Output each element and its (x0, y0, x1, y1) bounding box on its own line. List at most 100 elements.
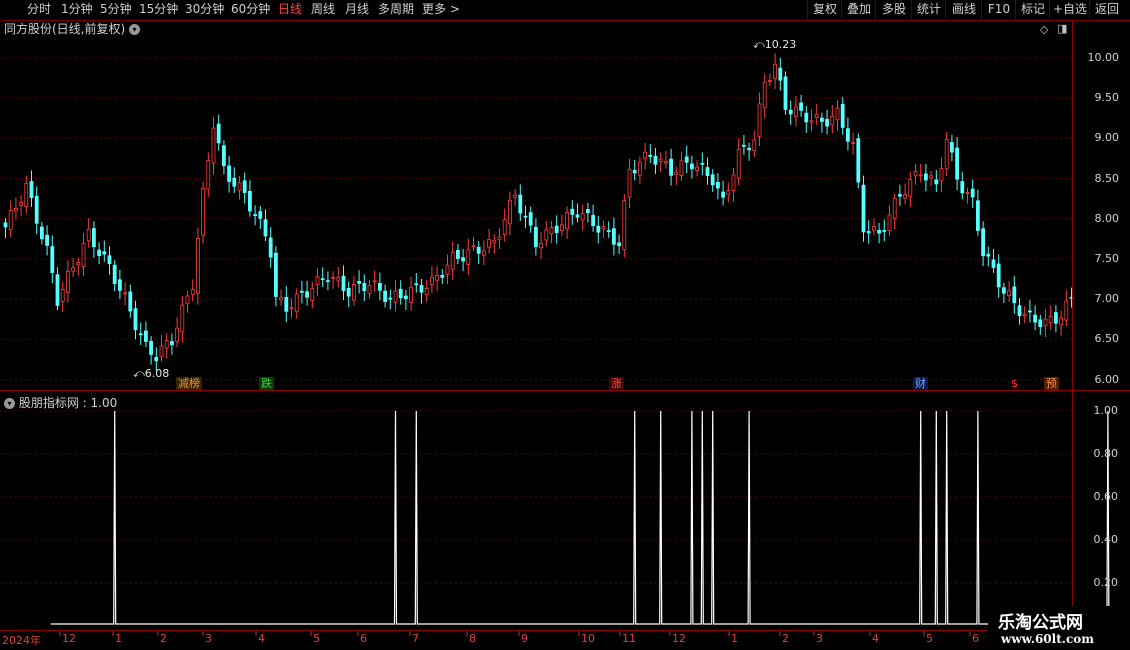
price-tick-label: 7.00 (1094, 292, 1120, 306)
candle-body (955, 147, 959, 180)
candle-body (133, 308, 138, 331)
candle-body (684, 156, 689, 163)
candle-body (492, 239, 497, 244)
candle-body (939, 168, 944, 182)
candle-body (315, 276, 320, 286)
kline-chart[interactable] (0, 0, 1130, 650)
candle-body (92, 228, 96, 248)
watermark-url: www.60lt.com (1001, 632, 1094, 646)
candle-body (679, 160, 684, 177)
candle-body (736, 148, 741, 179)
period-tab-intraday[interactable]: 分时 (27, 2, 51, 17)
candle-body (1043, 318, 1048, 327)
candle-body (279, 297, 284, 301)
chevron-down-icon[interactable]: ▾ (129, 24, 141, 35)
candle-body (81, 242, 86, 267)
event-tag-rise[interactable]: 涨 (609, 377, 624, 390)
period-tab-monthly[interactable]: 月线 (345, 2, 369, 17)
diamond-icon[interactable]: ◇ (1040, 23, 1048, 36)
period-tab-weekly[interactable]: 周线 (311, 2, 335, 17)
event-tag-fall[interactable]: 跌 (259, 377, 274, 390)
time-tick-label: 12 (672, 632, 686, 645)
candle-body (388, 297, 393, 300)
candle-body (263, 219, 268, 237)
draw-line-button[interactable]: 画线 (945, 0, 982, 20)
candle-body (861, 184, 866, 233)
candle-body (513, 194, 517, 198)
candle-body (294, 293, 299, 313)
f10-button[interactable]: F10 (981, 0, 1016, 20)
candle-body (565, 212, 569, 230)
mark-button[interactable]: 标记 (1015, 0, 1050, 20)
period-tab-multi[interactable]: 多周期 (378, 2, 414, 17)
period-tab-60min[interactable]: 60分钟 (231, 2, 270, 17)
event-tag-billboard[interactable]: 减榜 (176, 377, 202, 390)
price-tick-label: 6.50 (1094, 332, 1120, 346)
low-price-label: ⤺6.08 (133, 367, 170, 380)
indicator-tick-label: 1.00 (1093, 404, 1119, 417)
candle-body (60, 289, 65, 302)
adjust-button[interactable]: 复权 (807, 0, 842, 20)
indicator-title-row: ▾ 股朋指标网 : 1.00 (4, 394, 117, 411)
candle-body (435, 274, 440, 281)
time-tick-label: 2 (782, 632, 789, 645)
candle-body (149, 340, 154, 355)
candle-body (216, 123, 221, 144)
chart-title-row: 同方股份(日线,前复权) ▾ (4, 22, 141, 36)
candle-body (159, 345, 164, 358)
candle-body (414, 283, 419, 286)
candle-body (66, 270, 70, 293)
candle-body (1007, 290, 1011, 297)
candle-body (97, 249, 101, 257)
candle-body (164, 340, 169, 349)
time-tick-label: 1 (115, 632, 122, 645)
period-tab-daily[interactable]: 日线 (278, 2, 302, 17)
time-tick-label: 6 (972, 632, 979, 645)
candle-body (731, 174, 736, 192)
candle-body (820, 117, 824, 122)
candle-body (362, 283, 367, 292)
time-tick-label: 3 (205, 632, 212, 645)
period-tab-15min[interactable]: 15分钟 (139, 2, 178, 17)
candle-body (716, 181, 720, 189)
candle-body (664, 161, 668, 164)
period-tab-30min[interactable]: 30分钟 (185, 2, 224, 17)
candle-body (107, 255, 112, 265)
candle-body (840, 103, 845, 128)
chart-title: 同方股份(日线,前复权) (4, 22, 126, 36)
candle-body (24, 183, 29, 207)
candle-body (180, 304, 185, 333)
candle-body (539, 243, 543, 249)
back-button[interactable]: 返回 (1089, 0, 1124, 20)
time-tick-label: 10 (581, 632, 595, 645)
add-watchlist-button[interactable]: +自选 (1049, 0, 1090, 20)
candle-body (970, 188, 975, 198)
candle-body (768, 80, 772, 82)
candle-body (762, 81, 767, 109)
event-tag-forecast[interactable]: 预 (1044, 377, 1059, 390)
candle-body (825, 118, 829, 127)
price-tick-label: 8.00 (1094, 211, 1120, 225)
candle-body (357, 280, 362, 284)
period-tab-1min[interactable]: 1分钟 (61, 2, 93, 17)
candle-body (700, 162, 705, 165)
candle-body (1017, 305, 1022, 317)
candle-body (705, 167, 710, 177)
statistics-button[interactable]: 统计 (911, 0, 946, 20)
overlay-button[interactable]: 叠加 (841, 0, 876, 20)
candle-body (632, 169, 637, 174)
candle-body (201, 187, 206, 236)
period-tab-5min[interactable]: 5分钟 (100, 2, 132, 17)
panel-toggle-icon[interactable]: ◨ (1057, 22, 1067, 35)
chevron-down-icon[interactable]: ▾ (4, 398, 15, 409)
candle-body (892, 197, 897, 219)
candle-body (45, 234, 49, 246)
period-tab-more[interactable]: 更多 > (422, 2, 460, 17)
candle-body (419, 285, 424, 293)
candle-body (409, 286, 414, 303)
event-tag-dividend[interactable]: $ (1009, 377, 1020, 390)
event-tag-finance[interactable]: 财 (913, 377, 928, 390)
candle-body (976, 200, 980, 231)
multi-stock-button[interactable]: 多股 (875, 0, 912, 20)
candle-body (575, 214, 580, 218)
